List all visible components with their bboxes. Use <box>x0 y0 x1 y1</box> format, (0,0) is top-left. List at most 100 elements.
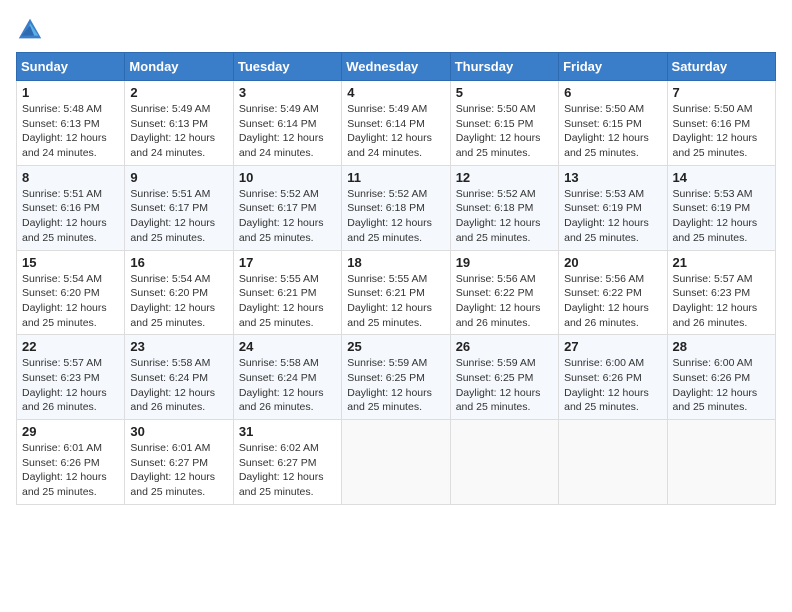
col-header-saturday: Saturday <box>667 53 775 81</box>
calendar-day-4: 4 Sunrise: 5:49 AM Sunset: 6:14 PM Dayli… <box>342 81 450 166</box>
day-info: Sunrise: 5:59 AM Sunset: 6:25 PM Dayligh… <box>456 356 553 415</box>
day-number: 17 <box>239 255 336 270</box>
day-number: 30 <box>130 424 227 439</box>
day-info: Sunrise: 5:48 AM Sunset: 6:13 PM Dayligh… <box>22 102 119 161</box>
calendar-day-16: 16 Sunrise: 5:54 AM Sunset: 6:20 PM Dayl… <box>125 250 233 335</box>
calendar-table: SundayMondayTuesdayWednesdayThursdayFrid… <box>16 52 776 505</box>
day-info: Sunrise: 5:56 AM Sunset: 6:22 PM Dayligh… <box>456 272 553 331</box>
day-info: Sunrise: 5:51 AM Sunset: 6:17 PM Dayligh… <box>130 187 227 246</box>
day-number: 13 <box>564 170 661 185</box>
day-info: Sunrise: 5:49 AM Sunset: 6:13 PM Dayligh… <box>130 102 227 161</box>
day-info: Sunrise: 5:49 AM Sunset: 6:14 PM Dayligh… <box>347 102 444 161</box>
day-info: Sunrise: 5:50 AM Sunset: 6:15 PM Dayligh… <box>564 102 661 161</box>
day-number: 28 <box>673 339 770 354</box>
day-info: Sunrise: 5:56 AM Sunset: 6:22 PM Dayligh… <box>564 272 661 331</box>
day-number: 31 <box>239 424 336 439</box>
day-number: 19 <box>456 255 553 270</box>
calendar-day-17: 17 Sunrise: 5:55 AM Sunset: 6:21 PM Dayl… <box>233 250 341 335</box>
day-number: 16 <box>130 255 227 270</box>
calendar-week-2: 8 Sunrise: 5:51 AM Sunset: 6:16 PM Dayli… <box>17 165 776 250</box>
empty-cell <box>667 420 775 505</box>
day-number: 2 <box>130 85 227 100</box>
calendar-day-19: 19 Sunrise: 5:56 AM Sunset: 6:22 PM Dayl… <box>450 250 558 335</box>
day-info: Sunrise: 6:00 AM Sunset: 6:26 PM Dayligh… <box>673 356 770 415</box>
col-header-thursday: Thursday <box>450 53 558 81</box>
calendar-day-11: 11 Sunrise: 5:52 AM Sunset: 6:18 PM Dayl… <box>342 165 450 250</box>
calendar-day-12: 12 Sunrise: 5:52 AM Sunset: 6:18 PM Dayl… <box>450 165 558 250</box>
col-header-friday: Friday <box>559 53 667 81</box>
day-info: Sunrise: 5:59 AM Sunset: 6:25 PM Dayligh… <box>347 356 444 415</box>
day-number: 10 <box>239 170 336 185</box>
calendar-day-5: 5 Sunrise: 5:50 AM Sunset: 6:15 PM Dayli… <box>450 81 558 166</box>
day-info: Sunrise: 6:02 AM Sunset: 6:27 PM Dayligh… <box>239 441 336 500</box>
calendar-day-23: 23 Sunrise: 5:58 AM Sunset: 6:24 PM Dayl… <box>125 335 233 420</box>
calendar-day-10: 10 Sunrise: 5:52 AM Sunset: 6:17 PM Dayl… <box>233 165 341 250</box>
day-info: Sunrise: 5:49 AM Sunset: 6:14 PM Dayligh… <box>239 102 336 161</box>
calendar-day-24: 24 Sunrise: 5:58 AM Sunset: 6:24 PM Dayl… <box>233 335 341 420</box>
calendar-header-row: SundayMondayTuesdayWednesdayThursdayFrid… <box>17 53 776 81</box>
day-info: Sunrise: 5:50 AM Sunset: 6:15 PM Dayligh… <box>456 102 553 161</box>
calendar-day-14: 14 Sunrise: 5:53 AM Sunset: 6:19 PM Dayl… <box>667 165 775 250</box>
calendar-week-5: 29 Sunrise: 6:01 AM Sunset: 6:26 PM Dayl… <box>17 420 776 505</box>
day-info: Sunrise: 6:00 AM Sunset: 6:26 PM Dayligh… <box>564 356 661 415</box>
calendar-day-22: 22 Sunrise: 5:57 AM Sunset: 6:23 PM Dayl… <box>17 335 125 420</box>
day-info: Sunrise: 5:50 AM Sunset: 6:16 PM Dayligh… <box>673 102 770 161</box>
day-number: 4 <box>347 85 444 100</box>
day-info: Sunrise: 5:54 AM Sunset: 6:20 PM Dayligh… <box>130 272 227 331</box>
day-number: 15 <box>22 255 119 270</box>
day-number: 29 <box>22 424 119 439</box>
day-number: 3 <box>239 85 336 100</box>
page-header <box>16 16 776 44</box>
day-info: Sunrise: 5:57 AM Sunset: 6:23 PM Dayligh… <box>22 356 119 415</box>
day-number: 24 <box>239 339 336 354</box>
day-number: 5 <box>456 85 553 100</box>
calendar-day-25: 25 Sunrise: 5:59 AM Sunset: 6:25 PM Dayl… <box>342 335 450 420</box>
calendar-day-30: 30 Sunrise: 6:01 AM Sunset: 6:27 PM Dayl… <box>125 420 233 505</box>
empty-cell <box>559 420 667 505</box>
day-info: Sunrise: 5:57 AM Sunset: 6:23 PM Dayligh… <box>673 272 770 331</box>
calendar-day-28: 28 Sunrise: 6:00 AM Sunset: 6:26 PM Dayl… <box>667 335 775 420</box>
logo-icon <box>16 16 44 44</box>
calendar-day-29: 29 Sunrise: 6:01 AM Sunset: 6:26 PM Dayl… <box>17 420 125 505</box>
day-info: Sunrise: 5:53 AM Sunset: 6:19 PM Dayligh… <box>673 187 770 246</box>
calendar-day-20: 20 Sunrise: 5:56 AM Sunset: 6:22 PM Dayl… <box>559 250 667 335</box>
day-number: 25 <box>347 339 444 354</box>
calendar-week-1: 1 Sunrise: 5:48 AM Sunset: 6:13 PM Dayli… <box>17 81 776 166</box>
calendar-day-27: 27 Sunrise: 6:00 AM Sunset: 6:26 PM Dayl… <box>559 335 667 420</box>
calendar-day-18: 18 Sunrise: 5:55 AM Sunset: 6:21 PM Dayl… <box>342 250 450 335</box>
calendar-day-3: 3 Sunrise: 5:49 AM Sunset: 6:14 PM Dayli… <box>233 81 341 166</box>
calendar-day-2: 2 Sunrise: 5:49 AM Sunset: 6:13 PM Dayli… <box>125 81 233 166</box>
day-info: Sunrise: 5:52 AM Sunset: 6:18 PM Dayligh… <box>456 187 553 246</box>
col-header-tuesday: Tuesday <box>233 53 341 81</box>
day-number: 12 <box>456 170 553 185</box>
logo <box>16 16 48 44</box>
day-number: 11 <box>347 170 444 185</box>
day-number: 7 <box>673 85 770 100</box>
col-header-sunday: Sunday <box>17 53 125 81</box>
day-info: Sunrise: 5:51 AM Sunset: 6:16 PM Dayligh… <box>22 187 119 246</box>
col-header-wednesday: Wednesday <box>342 53 450 81</box>
day-number: 27 <box>564 339 661 354</box>
day-info: Sunrise: 5:55 AM Sunset: 6:21 PM Dayligh… <box>347 272 444 331</box>
day-number: 1 <box>22 85 119 100</box>
calendar-day-6: 6 Sunrise: 5:50 AM Sunset: 6:15 PM Dayli… <box>559 81 667 166</box>
day-number: 6 <box>564 85 661 100</box>
day-info: Sunrise: 5:54 AM Sunset: 6:20 PM Dayligh… <box>22 272 119 331</box>
day-number: 26 <box>456 339 553 354</box>
calendar-week-3: 15 Sunrise: 5:54 AM Sunset: 6:20 PM Dayl… <box>17 250 776 335</box>
day-info: Sunrise: 5:53 AM Sunset: 6:19 PM Dayligh… <box>564 187 661 246</box>
day-number: 8 <box>22 170 119 185</box>
calendar-day-21: 21 Sunrise: 5:57 AM Sunset: 6:23 PM Dayl… <box>667 250 775 335</box>
calendar-day-13: 13 Sunrise: 5:53 AM Sunset: 6:19 PM Dayl… <box>559 165 667 250</box>
calendar-day-1: 1 Sunrise: 5:48 AM Sunset: 6:13 PM Dayli… <box>17 81 125 166</box>
day-number: 9 <box>130 170 227 185</box>
day-number: 22 <box>22 339 119 354</box>
calendar-day-26: 26 Sunrise: 5:59 AM Sunset: 6:25 PM Dayl… <box>450 335 558 420</box>
calendar-day-15: 15 Sunrise: 5:54 AM Sunset: 6:20 PM Dayl… <box>17 250 125 335</box>
col-header-monday: Monday <box>125 53 233 81</box>
day-number: 18 <box>347 255 444 270</box>
day-info: Sunrise: 6:01 AM Sunset: 6:27 PM Dayligh… <box>130 441 227 500</box>
day-info: Sunrise: 5:55 AM Sunset: 6:21 PM Dayligh… <box>239 272 336 331</box>
empty-cell <box>450 420 558 505</box>
calendar-day-9: 9 Sunrise: 5:51 AM Sunset: 6:17 PM Dayli… <box>125 165 233 250</box>
